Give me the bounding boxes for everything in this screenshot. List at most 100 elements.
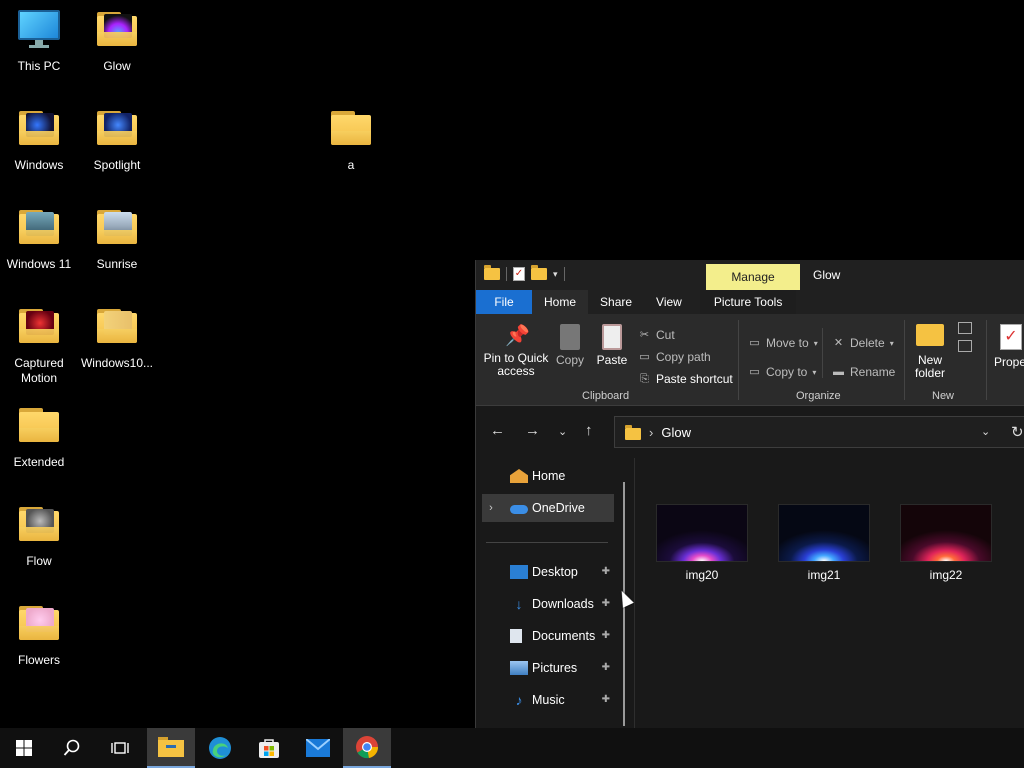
- delete-button[interactable]: ✕ Delete ▾: [832, 336, 894, 350]
- tab-home[interactable]: Home: [532, 290, 589, 314]
- store-icon: [259, 739, 279, 758]
- task-view-button[interactable]: [96, 728, 144, 768]
- image-thumbnail: [900, 504, 992, 562]
- delete-label: Delete: [850, 336, 885, 350]
- folder-icon: [17, 309, 61, 343]
- desktop-icon-glow[interactable]: Glow: [78, 12, 156, 74]
- nav-item-documents[interactable]: Documents ✚: [482, 622, 614, 650]
- properties-button[interactable]: ✓ Prope: [990, 324, 1024, 369]
- nav-item-home[interactable]: Home: [482, 462, 614, 490]
- copy-path-button[interactable]: ▭ Copy path: [638, 350, 710, 364]
- desktop-icon-spotlight[interactable]: Spotlight: [78, 111, 156, 173]
- tab-file[interactable]: File: [476, 290, 532, 314]
- new-folder-label: New folder: [914, 353, 946, 380]
- desktop-icon-extended[interactable]: Extended: [0, 408, 78, 470]
- taskbar-edge[interactable]: [196, 728, 244, 768]
- desktop-icon-windows10[interactable]: Windows10...: [78, 309, 156, 371]
- copy-path-icon: ▭: [639, 350, 650, 363]
- taskbar: [0, 728, 1024, 768]
- start-button[interactable]: [0, 728, 48, 768]
- paste-shortcut-icon: ⎘: [640, 372, 649, 385]
- pin-icon: ✚: [601, 598, 610, 609]
- ribbon-divider: [738, 320, 739, 400]
- desktop-icon-windows[interactable]: Windows: [0, 111, 78, 173]
- task-view-icon: [111, 742, 129, 754]
- refresh-icon[interactable]: ↻: [1011, 423, 1024, 441]
- new-group-label: New: [932, 390, 955, 402]
- pin-label: Pin to Quick access: [483, 351, 549, 378]
- search-button[interactable]: [48, 728, 96, 768]
- move-to-icon: ▭: [749, 336, 760, 349]
- desktop-icon-label: Glow: [103, 59, 131, 73]
- cut-button[interactable]: ✂ Cut: [638, 328, 675, 342]
- desktop-icon-flow[interactable]: Flow: [0, 507, 78, 569]
- quick-access-toolbar: ✓ ▾: [484, 265, 565, 281]
- image-thumbnail: [778, 504, 870, 562]
- copy-button[interactable]: Copy: [552, 324, 588, 367]
- pin-icon: 📌: [505, 325, 530, 347]
- paste-button[interactable]: Paste: [594, 324, 630, 367]
- pin-icon: ✚: [601, 630, 610, 641]
- new-folder-button[interactable]: New folder: [910, 324, 950, 380]
- new-item-button[interactable]: [954, 322, 976, 352]
- pictures-icon: [510, 661, 528, 675]
- desktop-icon-this-pc[interactable]: This PC: [0, 10, 78, 74]
- desktop-icon-windows-11[interactable]: Windows 11: [0, 210, 78, 272]
- nav-item-desktop[interactable]: Desktop ✚: [482, 558, 614, 586]
- folder-icon: [625, 425, 641, 440]
- customize-toolbar-icon[interactable]: ▾: [553, 269, 558, 280]
- tab-share[interactable]: Share: [588, 290, 644, 314]
- copy-to-button[interactable]: ▭ Copy to ▾: [748, 365, 816, 379]
- taskbar-store[interactable]: [245, 728, 293, 768]
- move-to-button[interactable]: ▭ Move to ▾: [748, 336, 817, 350]
- nav-item-onedrive[interactable]: › OneDrive: [482, 494, 614, 522]
- new-item-icon: [958, 322, 972, 334]
- properties-icon[interactable]: ✓: [513, 267, 525, 281]
- ribbon-divider: [986, 320, 987, 400]
- tab-manage[interactable]: Manage: [706, 264, 800, 290]
- home-icon: [510, 469, 528, 483]
- desktop-icon-sunrise[interactable]: Sunrise: [78, 210, 156, 272]
- address-bar-row: ← → ⌄ ↑ › Glow ⌄ ↻: [476, 406, 1024, 458]
- copy-to-icon: ▭: [749, 365, 760, 378]
- forward-arrow-icon[interactable]: →: [525, 422, 540, 439]
- file-item[interactable]: img21: [777, 504, 871, 582]
- taskbar-chrome[interactable]: [343, 728, 391, 768]
- cut-label: Cut: [656, 328, 675, 342]
- file-item[interactable]: img22: [899, 504, 993, 582]
- nav-item-music[interactable]: ♪ Music ✚: [482, 686, 614, 714]
- address-dropdown-icon[interactable]: ⌄: [981, 425, 990, 438]
- back-arrow-icon[interactable]: ←: [490, 422, 505, 439]
- taskbar-file-explorer[interactable]: [147, 728, 195, 768]
- expand-chevron-icon[interactable]: ›: [482, 502, 500, 514]
- pin-to-quick-access-button[interactable]: 📌 Pin to Quick access: [482, 324, 550, 378]
- address-bar[interactable]: › Glow ⌄ ↻: [614, 416, 1024, 448]
- this-pc-icon: [17, 10, 61, 50]
- edge-icon: [209, 737, 231, 759]
- desktop-icon-captured-motion[interactable]: Captured Motion: [0, 309, 78, 386]
- chrome-icon: [356, 736, 379, 759]
- file-item[interactable]: img20: [655, 504, 749, 582]
- recent-locations-chevron-icon[interactable]: ⌄: [558, 425, 567, 438]
- new-folder-icon[interactable]: [531, 265, 547, 280]
- up-arrow-icon[interactable]: ↑: [585, 422, 593, 439]
- nav-item-pictures[interactable]: Pictures ✚: [482, 654, 614, 682]
- desktop-icon-a[interactable]: a: [312, 111, 390, 173]
- desktop-icon-label: a: [347, 158, 355, 172]
- folder-icon: [17, 606, 61, 640]
- tab-view[interactable]: View: [644, 290, 694, 314]
- ribbon-tabs: File Home Share View Picture Tools: [476, 290, 1024, 314]
- paste-shortcut-label: Paste shortcut: [656, 372, 733, 386]
- cloud-icon: [510, 504, 528, 514]
- desktop-icon-label: Windows10...: [80, 356, 154, 370]
- breadcrumb-glow[interactable]: Glow: [661, 425, 691, 440]
- taskbar-mail[interactable]: [294, 728, 342, 768]
- mail-icon: [306, 739, 330, 757]
- properties-icon: ✓: [1000, 324, 1022, 350]
- download-icon: ↓: [515, 596, 523, 612]
- paste-shortcut-button[interactable]: ⎘ Paste shortcut: [638, 372, 733, 386]
- rename-button[interactable]: ▬ Rename: [832, 365, 895, 379]
- nav-item-downloads[interactable]: ↓ Downloads ✚: [482, 590, 614, 618]
- tab-picture-tools[interactable]: Picture Tools: [699, 290, 797, 314]
- desktop-icon-flowers[interactable]: Flowers: [0, 606, 78, 668]
